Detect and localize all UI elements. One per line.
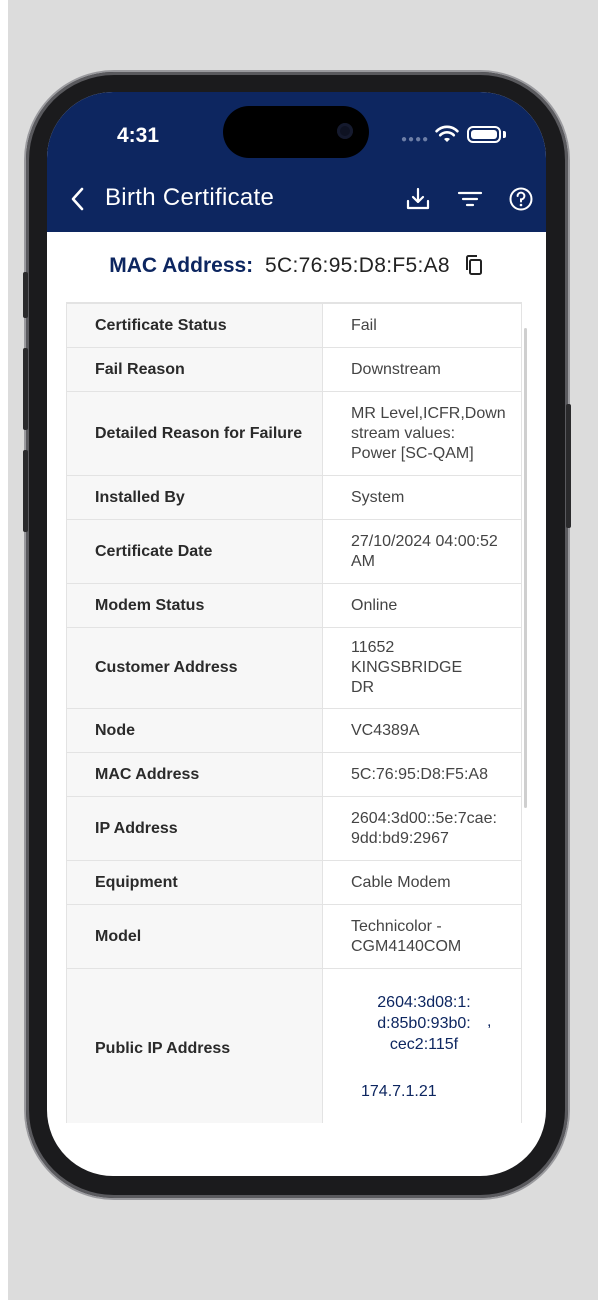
- battery-icon: [467, 126, 501, 143]
- back-arrow-icon[interactable]: [67, 186, 91, 212]
- value-line: Technicolor -: [351, 917, 442, 935]
- row-label: Fail Reason: [66, 347, 323, 392]
- table-row: Public IP Address 2604:3d08:1: d:85b0:93…: [66, 968, 522, 1123]
- equipment-value: Cable Modem: [322, 860, 522, 905]
- value-line: Power [SC-QAM]: [351, 444, 474, 462]
- model-value: Technicolor - CGM4140COM: [322, 904, 522, 969]
- table-row: Equipment Cable Modem: [66, 860, 522, 905]
- page-margin: [0, 0, 8, 1300]
- battery-tip: [503, 131, 506, 138]
- row-label: IP Address: [66, 796, 323, 861]
- value-line: 11652 KINGSBRIDGE: [351, 639, 463, 676]
- scrollbar[interactable]: [524, 328, 527, 808]
- value-line: 9dd:bd9:2967: [351, 829, 449, 847]
- status-time: 4:31: [117, 124, 160, 147]
- row-label: Equipment: [66, 860, 323, 905]
- app-screen: 4:31 ●●●● Birth Certificate MAC Address:: [47, 92, 546, 1176]
- row-label: Installed By: [66, 475, 323, 520]
- table-row: IP Address 2604:3d00::5e:7cae: 9dd:bd9:2…: [66, 796, 522, 861]
- download-icon[interactable]: [405, 186, 431, 212]
- table-row: Installed By System: [66, 475, 522, 520]
- modem-status-value: Online: [322, 583, 522, 628]
- value-line: 2604:3d00::5e:7cae:: [351, 809, 497, 827]
- camera-icon: [337, 123, 353, 139]
- details-table: Certificate Status Fail Fail Reason Down…: [66, 302, 522, 1123]
- mac-address-value: 5C:76:95:D8:F5:A8: [265, 254, 450, 277]
- table-row: Node VC4389A: [66, 708, 522, 753]
- ip-separator: ,: [487, 1012, 492, 1030]
- row-label: Customer Address: [66, 627, 323, 709]
- value-line: 27/10/2024 04:00:52: [351, 532, 498, 550]
- value-line: d:85b0:93b0:: [377, 1014, 471, 1032]
- row-label: Detailed Reason for Failure: [66, 391, 323, 476]
- table-row: Detailed Reason for Failure MR Level,ICF…: [66, 391, 522, 476]
- mac-address-header: MAC Address: 5C:76:95:D8:F5:A8: [47, 254, 546, 278]
- row-label: MAC Address: [66, 752, 323, 797]
- table-row: Model Technicolor - CGM4140COM: [66, 904, 522, 969]
- table-row: MAC Address 5C:76:95:D8:F5:A8: [66, 752, 522, 797]
- row-label: Modem Status: [66, 583, 323, 628]
- fail-reason-value: Downstream: [322, 347, 522, 392]
- ip-address-value: 2604:3d00::5e:7cae: 9dd:bd9:2967: [322, 796, 522, 861]
- help-icon[interactable]: [508, 186, 534, 212]
- row-label: Public IP Address: [66, 968, 323, 1123]
- copy-icon[interactable]: [464, 254, 484, 276]
- public-ipv6: 2604:3d08:1: d:85b0:93b0: cec2:115f: [359, 992, 489, 1055]
- value-line: DR: [351, 679, 375, 696]
- mac-address-label: MAC Address:: [109, 254, 254, 277]
- app-header: 4:31 ●●●● Birth Certificate: [47, 92, 546, 232]
- value-line: cec2:115f: [389, 1035, 459, 1053]
- node-value: VC4389A: [322, 708, 522, 753]
- signal-icon: ●●●●: [401, 134, 430, 145]
- public-ipv4: 174.7.1.21: [361, 1082, 437, 1100]
- table-row: Fail Reason Downstream: [66, 347, 522, 392]
- power-button: [566, 404, 571, 528]
- page-title: Birth Certificate: [105, 184, 275, 211]
- filter-icon[interactable]: [457, 186, 483, 212]
- dynamic-island: [223, 106, 369, 158]
- row-label: Node: [66, 708, 323, 753]
- public-ip-value: 2604:3d08:1: d:85b0:93b0: cec2:115f , 17…: [322, 968, 522, 1123]
- mac-address-row-value: 5C:76:95:D8:F5:A8: [322, 752, 522, 797]
- row-label: Certificate Date: [66, 519, 323, 584]
- table-row: Certificate Date 27/10/2024 04:00:52 AM: [66, 519, 522, 584]
- value-line: 2604:3d08:1:: [377, 993, 471, 1011]
- table-row: Certificate Status Fail: [66, 303, 522, 348]
- certificate-date-value: 27/10/2024 04:00:52 AM: [322, 519, 522, 584]
- value-line: AM: [351, 552, 375, 570]
- installed-by-value: System: [322, 475, 522, 520]
- value-line: CGM4140COM: [351, 937, 462, 955]
- row-label: Model: [66, 904, 323, 969]
- customer-address-value: 11652 KINGSBRIDGE DR: [322, 627, 522, 709]
- value-line: MR Level,ICFR,Down: [351, 404, 506, 422]
- table-row: Customer Address 11652 KINGSBRIDGE DR: [66, 627, 522, 709]
- table-row: Modem Status Online: [66, 583, 522, 628]
- value-line: stream values:: [351, 424, 456, 442]
- detailed-reason-value: MR Level,ICFR,Down stream values: Power …: [322, 391, 522, 476]
- row-label: Certificate Status: [66, 303, 323, 348]
- certificate-status-value: Fail: [322, 303, 522, 348]
- volume-down-button: [23, 450, 28, 532]
- volume-up-button: [23, 348, 28, 430]
- silent-switch: [23, 272, 28, 318]
- wifi-icon: [435, 125, 459, 142]
